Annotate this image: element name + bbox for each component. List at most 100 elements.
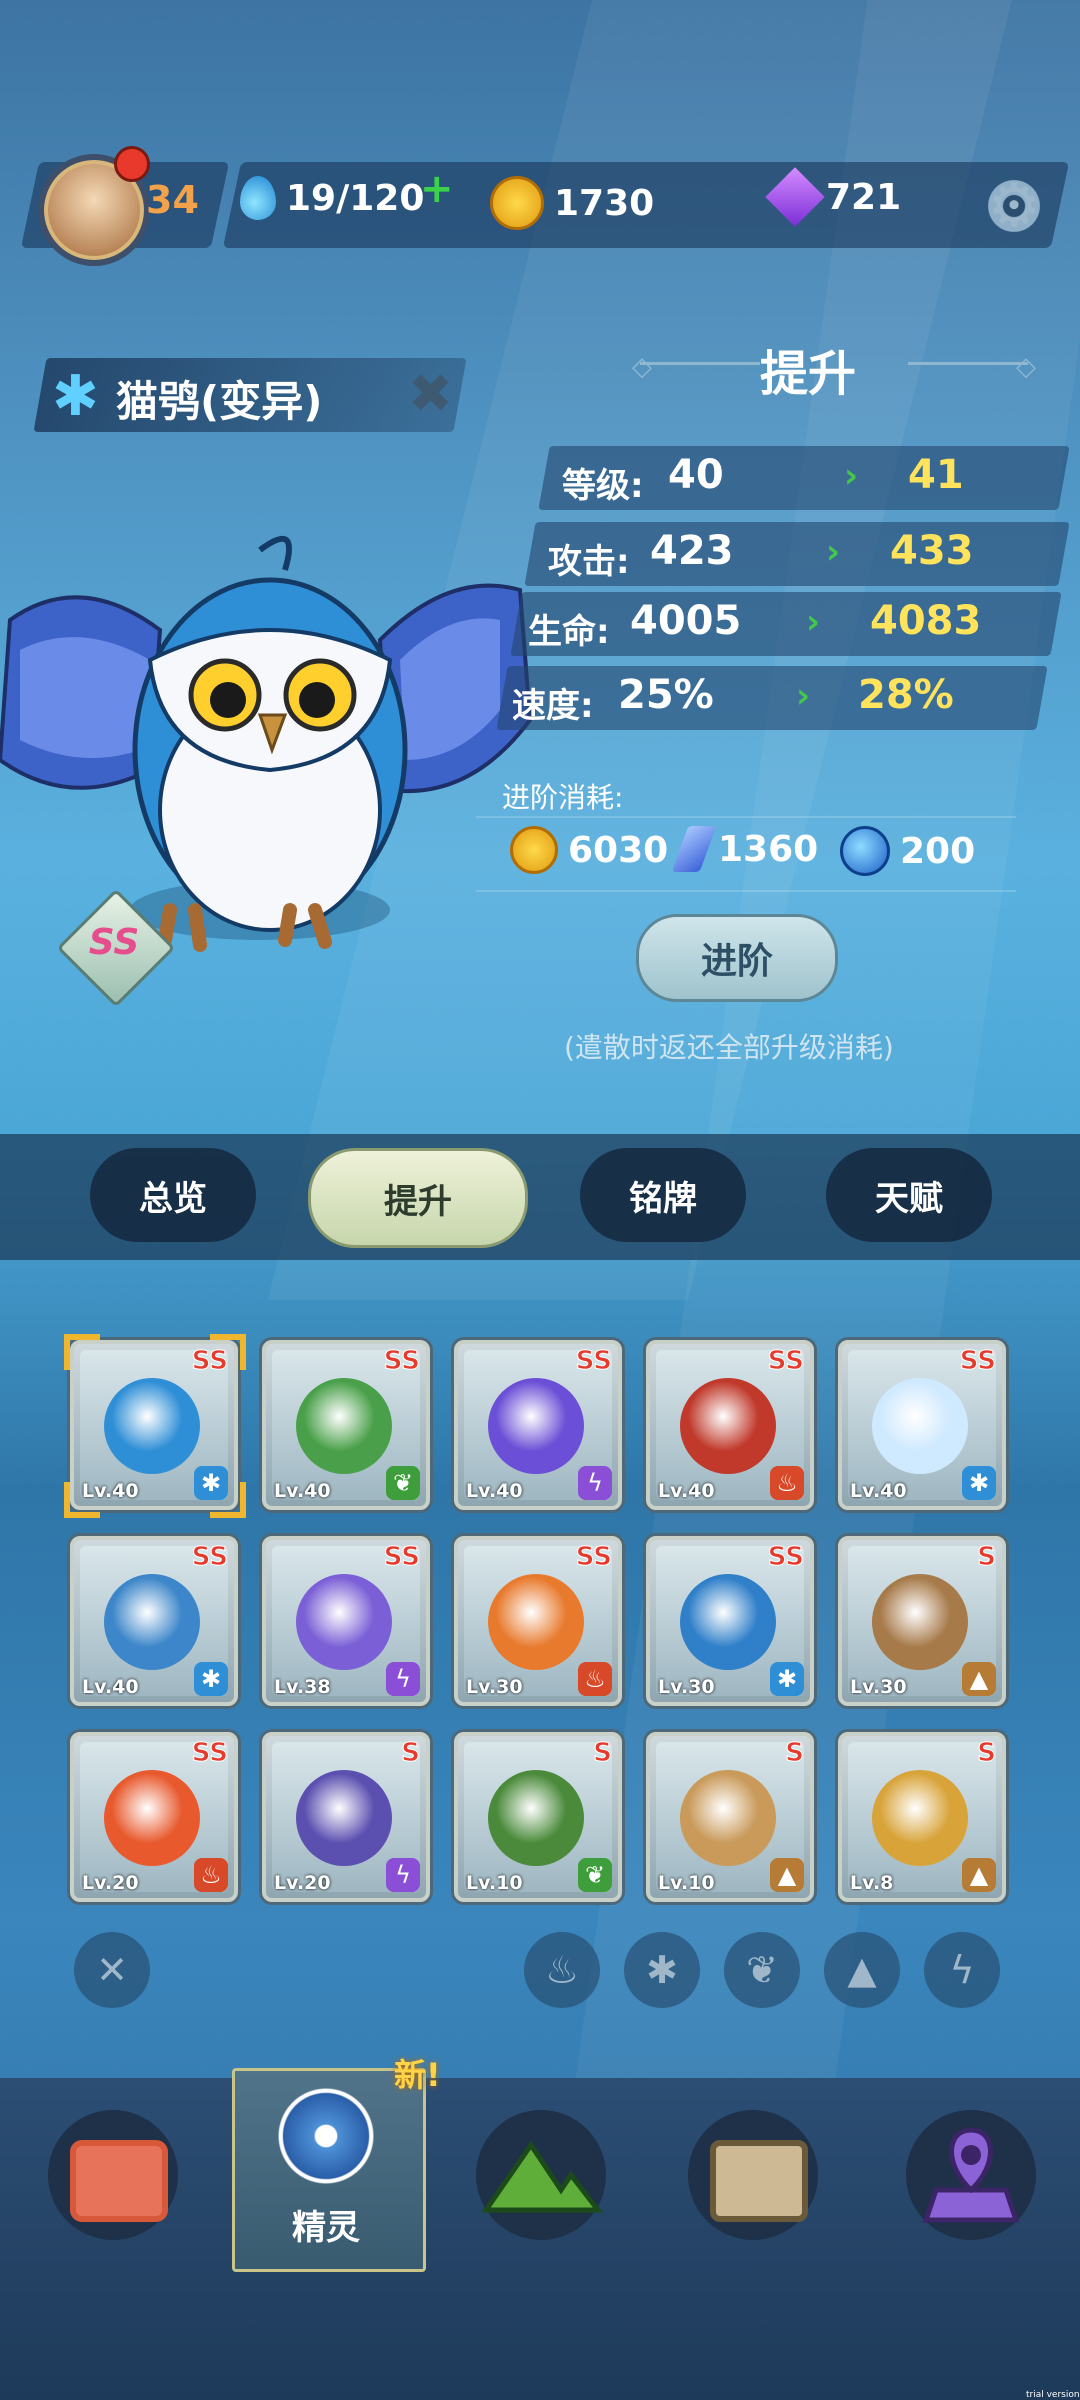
chevron-right-icon: ›: [826, 532, 841, 572]
earth-element-icon: ▲: [962, 1858, 996, 1892]
spirit-card[interactable]: SS Lv.20 ♨: [70, 1732, 238, 1902]
spirit-card[interactable]: S Lv.10 ▲: [646, 1732, 814, 1902]
spirit-portrait: [488, 1770, 584, 1866]
stat-label: 生命:: [528, 612, 610, 652]
spirit-card[interactable]: SS Lv.40 ϟ: [454, 1340, 622, 1510]
spirit-grade: S: [593, 1738, 613, 1769]
spirit-grade: SS: [383, 1542, 420, 1573]
stat-current: 40: [668, 452, 724, 498]
stat-next: 433: [890, 528, 974, 574]
spirit-icon[interactable]: [276, 2086, 376, 2186]
clear-filter-icon[interactable]: ✕: [74, 1932, 150, 2008]
title-ornament: [908, 362, 1028, 365]
spirit-name: 猫鸮(变异): [116, 377, 323, 426]
spirit-grade: SS: [575, 1542, 612, 1573]
spirit-level: Lv.38: [274, 1676, 331, 1698]
stamina-resource[interactable]: 19/120: [240, 176, 424, 220]
fire-element-icon: ♨: [770, 1466, 804, 1500]
spirit-portrait: [488, 1378, 584, 1474]
divider: [476, 816, 1016, 818]
spirit-card[interactable]: SS Lv.40 ✱: [70, 1536, 238, 1706]
fire-element-icon: ♨: [578, 1662, 612, 1696]
spirit-card[interactable]: SS Lv.30 ✱: [646, 1536, 814, 1706]
chest-icon[interactable]: [688, 2110, 818, 2240]
mountain-icon[interactable]: [476, 2110, 606, 2240]
spirit-card[interactable]: S Lv.10 ❦: [454, 1732, 622, 1902]
home-icon[interactable]: [48, 2110, 178, 2240]
add-stamina-button[interactable]: +: [420, 166, 454, 212]
spirit-card[interactable]: S Lv.20 ϟ: [262, 1732, 430, 1902]
spirit-portrait: [680, 1770, 776, 1866]
spirit-card[interactable]: S Lv.30 ▲: [838, 1536, 1006, 1706]
spirit-portrait: [296, 1770, 392, 1866]
spirit-level: Lv.20: [274, 1872, 331, 1894]
spirit-card[interactable]: S Lv.8 ▲: [838, 1732, 1006, 1902]
gem-resource: 721: [765, 167, 901, 227]
spirit-level: Lv.8: [850, 1872, 894, 1894]
tab-overview[interactable]: 总览: [90, 1148, 256, 1242]
spirit-card[interactable]: SS Lv.38 ϟ: [262, 1536, 430, 1706]
spirit-card[interactable]: SS Lv.30 ♨: [454, 1536, 622, 1706]
title-ornament: [640, 362, 760, 365]
selection-corner: [210, 1482, 246, 1518]
ice-element-icon: ✱: [962, 1466, 996, 1500]
advance-button[interactable]: 进阶: [636, 914, 838, 1002]
earth-filter-icon[interactable]: ▲: [824, 1932, 900, 2008]
spirit-card[interactable]: SS Lv.40 ✱: [64, 1334, 246, 1518]
spirit-portrait: [104, 1770, 200, 1866]
divider: [476, 890, 1016, 892]
panel-title: 提升: [760, 346, 857, 402]
stat-label: 速度:: [512, 686, 594, 726]
chevron-right-icon: ›: [796, 676, 811, 716]
watermark: trial version: [1026, 2390, 1080, 2400]
new-badge: 新!: [394, 2056, 441, 2094]
lightning-filter-icon[interactable]: ϟ: [924, 1932, 1000, 2008]
spirit-grade: S: [977, 1738, 997, 1769]
spirit-portrait: [872, 1574, 968, 1670]
ice-element-icon: ✱: [194, 1662, 228, 1696]
spirit-level: Lv.10: [466, 1872, 523, 1894]
grade-badge-label: SS: [88, 922, 140, 963]
chevron-right-icon: ›: [806, 602, 821, 642]
spirit-level: Lv.40: [658, 1480, 715, 1502]
gear-icon[interactable]: ⚙: [984, 176, 1044, 236]
chest-icon-shape: [710, 2140, 808, 2222]
leaf-element-icon: ❦: [578, 1858, 612, 1892]
tab-upgrade[interactable]: 提升: [308, 1148, 528, 1248]
cost-label: 进阶消耗:: [502, 781, 624, 814]
spirit-portrait: [104, 1378, 200, 1474]
leaf-filter-icon[interactable]: ❦: [724, 1932, 800, 2008]
tab-talent[interactable]: 天赋: [826, 1148, 992, 1242]
spirit-level: Lv.40: [850, 1480, 907, 1502]
ice-element-icon: ✱: [52, 364, 99, 429]
dismiss-icon[interactable]: ✖: [408, 362, 453, 425]
map-pin-icon-shape: [922, 2127, 1020, 2223]
gem-icon: [765, 167, 825, 227]
spirit-grade: SS: [383, 1346, 420, 1377]
fire-filter-icon[interactable]: ♨: [524, 1932, 600, 2008]
cost-value: 6030: [568, 829, 669, 871]
spirit-portrait: [872, 1770, 968, 1866]
lightning-element-icon: ϟ: [386, 1662, 420, 1696]
spirit-card[interactable]: SS Lv.40 ❦: [262, 1340, 430, 1510]
spirit-grade: SS: [191, 1738, 228, 1769]
spirit-portrait: [680, 1574, 776, 1670]
spirit-portrait: [296, 1574, 392, 1670]
stat-next: 4083: [870, 598, 982, 644]
lightning-element-icon: ϟ: [386, 1858, 420, 1892]
lightning-element-icon: ϟ: [578, 1466, 612, 1500]
earth-element-icon: ▲: [962, 1662, 996, 1696]
title-ornament: ◇: [632, 352, 652, 382]
spirit-grade: S: [785, 1738, 805, 1769]
spirit-card[interactable]: SS Lv.40 ✱: [838, 1340, 1006, 1510]
spirit-grade: SS: [767, 1542, 804, 1573]
spirit-level: Lv.20: [82, 1872, 139, 1894]
spirit-card[interactable]: SS Lv.40 ♨: [646, 1340, 814, 1510]
ice-filter-icon[interactable]: ✱: [624, 1932, 700, 2008]
advance-note: (遣散时返还全部升级消耗): [564, 1031, 894, 1064]
cost-feathers: 1360: [671, 826, 818, 872]
map-pin-icon[interactable]: [906, 2110, 1036, 2240]
tab-nameplate[interactable]: 铭牌: [580, 1148, 746, 1242]
coin-icon: [490, 176, 544, 230]
spirit-portrait: [872, 1378, 968, 1474]
